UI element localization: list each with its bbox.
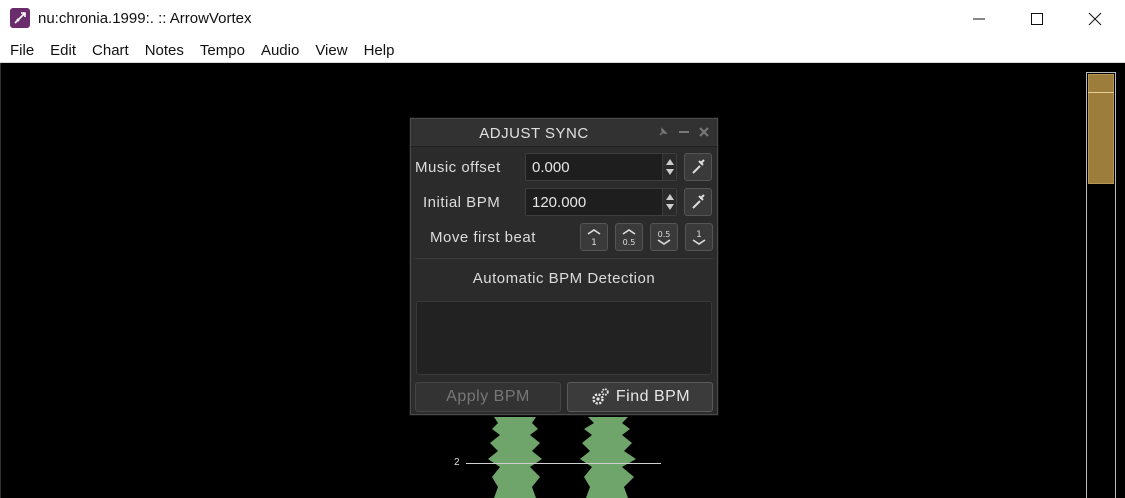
close-icon (699, 127, 709, 137)
scrollbar-position-marker (1088, 92, 1114, 93)
svg-text:1: 1 (591, 238, 597, 247)
music-offset-label: Music offset (415, 159, 501, 176)
maximize-button[interactable] (1008, 0, 1066, 38)
menu-bar: File Edit Chart Notes Tempo Audio View H… (0, 38, 1125, 63)
arrowvortex-logo-icon (10, 8, 30, 28)
menu-notes[interactable]: Notes (137, 38, 192, 63)
music-offset-spinner[interactable] (662, 154, 676, 180)
beat-number-label: 2 (454, 457, 460, 468)
arrow-up-icon: 0.5 (622, 229, 636, 247)
initial-bpm-spinner[interactable] (662, 189, 676, 215)
close-icon (1088, 12, 1102, 26)
auto-bpm-detection-title: Automatic BPM Detection (472, 270, 656, 287)
music-offset-value: 0.000 (532, 159, 570, 176)
maximize-icon (1031, 13, 1043, 25)
menu-file[interactable]: File (2, 38, 42, 63)
pin-icon (659, 127, 668, 136)
menu-audio[interactable]: Audio (253, 38, 307, 63)
move-beat-up-half-button[interactable]: 0.5 (615, 223, 643, 251)
minimize-icon (973, 18, 985, 20)
dialog-close-button[interactable] (697, 125, 711, 139)
svg-text:0.5: 0.5 (623, 238, 636, 247)
arrow-down-icon: 0.5 (657, 230, 671, 245)
apply-bpm-button[interactable]: Apply BPM (415, 382, 561, 412)
audio-waveform (488, 417, 636, 498)
initial-bpm-field[interactable]: 120.000 (525, 188, 677, 216)
minimize-icon (679, 131, 689, 133)
spin-up-icon (666, 194, 674, 200)
svg-text:0.5: 0.5 (658, 230, 671, 239)
wrench-icon (692, 159, 705, 174)
divider (415, 258, 713, 259)
move-beat-down-half-button[interactable]: 0.5 (650, 223, 678, 251)
spin-up-icon (666, 159, 674, 165)
menu-tempo[interactable]: Tempo (192, 38, 253, 63)
music-offset-tool-button[interactable] (684, 153, 712, 181)
svg-text:1: 1 (696, 230, 702, 240)
dialog-title: ADJUST SYNC (479, 125, 589, 142)
dialog-minimize-button[interactable] (677, 125, 691, 139)
find-bpm-label: Find BPM (615, 388, 691, 405)
menu-help[interactable]: Help (356, 38, 403, 63)
chart-scrollbar-thumb[interactable] (1088, 74, 1114, 184)
minimize-button[interactable] (950, 0, 1008, 38)
close-button[interactable] (1066, 0, 1124, 38)
adjust-sync-dialog: ADJUST SYNC Music offset 0.000 Initial B… (410, 118, 718, 415)
menu-chart[interactable]: Chart (84, 38, 137, 63)
arrow-down-icon: 1 (692, 230, 706, 245)
music-offset-field[interactable]: 0.000 (525, 153, 677, 181)
bpm-detection-results (416, 301, 712, 375)
dialog-title-bar[interactable]: ADJUST SYNC (411, 119, 717, 147)
wrench-icon (692, 194, 705, 209)
initial-bpm-tool-button[interactable] (684, 188, 712, 216)
move-first-beat-label: Move first beat (430, 229, 536, 246)
title-bar: nu:chronia.1999:. :: ArrowVortex (0, 0, 1125, 38)
arrow-up-icon: 1 (587, 229, 601, 247)
spin-down-icon (666, 204, 674, 210)
spin-down-icon (666, 169, 674, 175)
move-beat-up-1-button[interactable]: 1 (580, 223, 608, 251)
move-beat-down-1-button[interactable]: 1 (685, 223, 713, 251)
gears-icon (592, 388, 609, 405)
menu-view[interactable]: View (307, 38, 355, 63)
initial-bpm-label: Initial BPM (423, 194, 501, 211)
find-bpm-button[interactable]: Find BPM (567, 382, 713, 412)
window-title: nu:chronia.1999:. :: ArrowVortex (38, 10, 252, 27)
beat-line (466, 463, 661, 464)
menu-edit[interactable]: Edit (42, 38, 84, 63)
dialog-pin-button[interactable] (656, 125, 670, 139)
initial-bpm-value: 120.000 (532, 194, 587, 211)
